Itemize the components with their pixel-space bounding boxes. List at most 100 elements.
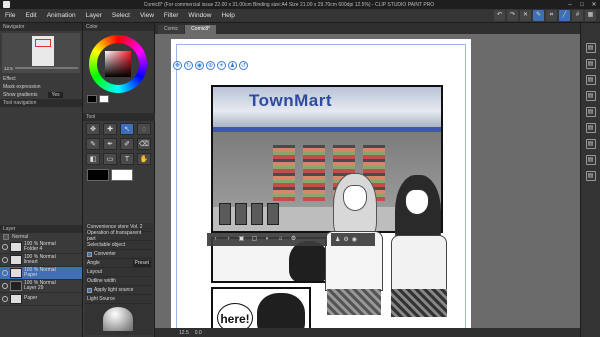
pen-icon[interactable]: ✎ bbox=[533, 10, 544, 21]
brush-tool-icon[interactable]: ✐ bbox=[120, 138, 134, 150]
material-icon[interactable]: ▤ bbox=[585, 155, 596, 165]
tab-comic8[interactable]: Comic8* bbox=[185, 25, 217, 34]
eraser-tool-icon[interactable]: ⌫ bbox=[137, 138, 151, 150]
outline-width-row[interactable]: Outline width bbox=[85, 277, 153, 286]
menu-animation[interactable]: Animation bbox=[42, 12, 81, 19]
selectable-object-row[interactable]: Selectable object bbox=[85, 241, 153, 250]
lock-icon[interactable] bbox=[3, 234, 9, 240]
pencil-tool-icon[interactable]: ✒ bbox=[103, 138, 117, 150]
camera-icon[interactable]: ◉ bbox=[352, 236, 357, 243]
pen-tool-icon[interactable]: ✎ bbox=[86, 138, 100, 150]
chevron-right-icon[interactable]: › bbox=[224, 235, 233, 244]
visibility-icon[interactable] bbox=[2, 283, 8, 289]
preset-select[interactable]: Preset bbox=[132, 259, 151, 267]
material-icon[interactable]: ▤ bbox=[585, 91, 596, 101]
material-icon[interactable]: ▤ bbox=[585, 107, 596, 117]
camera-icon[interactable]: ◉ bbox=[195, 61, 204, 70]
light-source-sphere[interactable] bbox=[103, 307, 133, 331]
gradients-row[interactable]: Show gradients Yes bbox=[0, 91, 82, 99]
angle-row[interactable]: Angle Preset bbox=[85, 259, 153, 268]
material-icon[interactable]: ▤ bbox=[585, 171, 596, 181]
layer-row[interactable]: Paper bbox=[0, 293, 82, 306]
frame-tool-icon[interactable]: ▭ bbox=[103, 153, 117, 165]
lock-icon[interactable]: ⌂ bbox=[276, 235, 285, 244]
menu-file[interactable]: File bbox=[0, 12, 20, 19]
grid-icon[interactable]: # bbox=[572, 10, 583, 21]
target-icon[interactable]: ⊕ bbox=[206, 61, 215, 70]
transparent-op-row[interactable]: Operation of transparent part bbox=[85, 230, 153, 242]
layout-row[interactable]: Layout bbox=[85, 268, 153, 277]
menu-select[interactable]: Select bbox=[107, 12, 135, 19]
gradients-value[interactable]: Yes bbox=[48, 92, 63, 98]
rotate-icon[interactable]: ↻ bbox=[184, 61, 193, 70]
layer-row[interactable]: 100 % Normal Layer 29 bbox=[0, 280, 82, 293]
ruler-icon[interactable]: ╱ bbox=[559, 10, 570, 21]
visibility-icon[interactable] bbox=[2, 270, 8, 276]
clear-icon[interactable]: ✕ bbox=[520, 10, 531, 21]
blend-mode-select[interactable]: Normal bbox=[12, 234, 28, 240]
zoom-slider[interactable]: 12.5 bbox=[4, 65, 78, 71]
move-tool-icon[interactable]: ✥ bbox=[86, 123, 100, 135]
layer-row[interactable]: 100 % Normal lineart bbox=[0, 254, 82, 267]
minimize-button[interactable]: – bbox=[564, 2, 576, 8]
undo-icon[interactable]: ↶ bbox=[494, 10, 505, 21]
text-tool-icon[interactable]: T bbox=[120, 153, 134, 165]
operation-tool-icon[interactable]: ↖ bbox=[120, 123, 134, 135]
converter-checkbox[interactable] bbox=[87, 251, 92, 257]
material-icon[interactable]: ▤ bbox=[585, 43, 596, 53]
canvas-area[interactable]: Comic Comic8* ✥ ↻ ◉ ⊕ ☀ ♟ ↺ TownMart her… bbox=[155, 23, 580, 337]
menu-view[interactable]: View bbox=[135, 12, 159, 19]
navigator-panel[interactable]: 12.5 bbox=[2, 33, 80, 73]
menu-layer[interactable]: Layer bbox=[81, 12, 107, 19]
saturation-square[interactable] bbox=[105, 51, 131, 77]
tab-comic[interactable]: Comic bbox=[158, 25, 185, 34]
view-frame[interactable] bbox=[35, 39, 51, 47]
menu-window[interactable]: Window bbox=[183, 12, 216, 19]
border-icon[interactable]: ▢ bbox=[250, 235, 259, 244]
material-icon[interactable]: ▤ bbox=[585, 139, 596, 149]
menu-filter[interactable]: Filter bbox=[159, 12, 183, 19]
layer-row[interactable]: 100 % Normal Folder 4 bbox=[0, 241, 82, 254]
snap-icon[interactable]: ⌗ bbox=[546, 10, 557, 21]
color-icon[interactable]: ◐ bbox=[263, 235, 272, 244]
material-icon[interactable]: ▤ bbox=[585, 123, 596, 133]
menu-edit[interactable]: Edit bbox=[20, 12, 41, 19]
lasso-tool-icon[interactable]: ◌ bbox=[137, 123, 151, 135]
maximize-button[interactable]: □ bbox=[576, 2, 588, 8]
settings-icon[interactable]: ⚙ bbox=[289, 235, 298, 244]
menu-help[interactable]: Help bbox=[217, 12, 240, 19]
pose-icon[interactable]: ♟ bbox=[228, 61, 237, 70]
close-button[interactable]: ✕ bbox=[588, 1, 600, 8]
visibility-icon[interactable] bbox=[2, 244, 8, 250]
navigator-thumbnail[interactable] bbox=[32, 36, 54, 66]
sub-color-preview[interactable] bbox=[111, 169, 133, 181]
hand-tool-icon[interactable]: ✋ bbox=[137, 153, 151, 165]
zoom-track[interactable] bbox=[14, 67, 78, 69]
gear-icon[interactable]: ⚙ bbox=[343, 236, 348, 243]
tone-icon[interactable]: ▣ bbox=[237, 235, 246, 244]
apply-light-row[interactable]: Apply light source bbox=[85, 286, 153, 295]
blend-mode-row[interactable]: Normal bbox=[0, 233, 82, 241]
pose-icon[interactable]: ♟ bbox=[335, 236, 340, 243]
chevron-left-icon[interactable]: ‹ bbox=[211, 235, 220, 244]
reset-icon[interactable]: ↺ bbox=[239, 61, 248, 70]
light-icon[interactable]: ☀ bbox=[217, 61, 226, 70]
redo-icon[interactable]: ↷ bbox=[507, 10, 518, 21]
tool-navigation-header: Tool navigation bbox=[0, 99, 82, 107]
zoom-tool-icon[interactable]: ✚ bbox=[103, 123, 117, 135]
fill-tool-icon[interactable]: ◧ bbox=[86, 153, 100, 165]
move-icon[interactable]: ✥ bbox=[173, 61, 182, 70]
main-color-swatch[interactable] bbox=[87, 95, 97, 103]
main-color-preview[interactable] bbox=[87, 169, 109, 181]
material-icon[interactable]: ▤ bbox=[585, 59, 596, 69]
status-zoom[interactable]: 12.5 bbox=[179, 330, 189, 336]
visibility-icon[interactable] bbox=[2, 296, 8, 302]
converter-row[interactable]: Converter bbox=[85, 250, 153, 259]
material-icon[interactable]: ▤ bbox=[585, 75, 596, 85]
fill-icon[interactable]: ▦ bbox=[585, 10, 596, 21]
layer-row-selected[interactable]: 100 % Normal Paper bbox=[0, 267, 82, 280]
color-wheel[interactable] bbox=[89, 35, 147, 93]
visibility-icon[interactable] bbox=[2, 257, 8, 263]
sub-color-swatch[interactable] bbox=[99, 95, 109, 103]
apply-light-checkbox[interactable] bbox=[87, 287, 92, 293]
